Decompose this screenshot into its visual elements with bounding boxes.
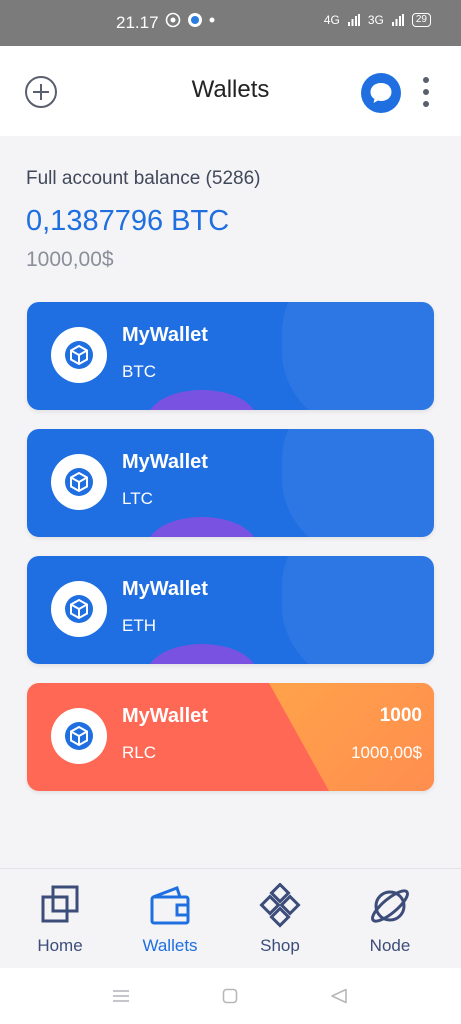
nav-label: Wallets xyxy=(142,936,198,955)
wallet-symbol: BTC xyxy=(122,362,156,381)
wallet-name: MyWallet xyxy=(122,578,208,600)
signal-3g-icon: 3G xyxy=(367,13,384,27)
wallet-symbol: LTC xyxy=(122,489,153,508)
chat-icon[interactable] xyxy=(361,73,401,113)
nav-shop[interactable]: Shop xyxy=(235,882,325,956)
whatsapp-icon xyxy=(165,12,181,28)
wallet-icon xyxy=(150,886,190,925)
status-bar: 21.17 4G 3G 29 xyxy=(0,0,461,46)
back-triangle-icon[interactable] xyxy=(330,988,348,1004)
nav-label: Shop xyxy=(260,936,300,955)
more-options-icon[interactable] xyxy=(416,74,436,110)
wallet-card-ltc[interactable]: MyWallet LTC xyxy=(27,429,434,537)
cube-icon xyxy=(65,595,93,623)
wallet-name: MyWallet xyxy=(122,451,208,473)
wallet-symbol: RLC xyxy=(122,743,157,762)
wallet-name: MyWallet xyxy=(122,705,208,727)
signal-4g-icon: 4G xyxy=(323,13,340,27)
wallet-avatar xyxy=(51,454,107,510)
wallet-name: MyWallet xyxy=(122,324,208,346)
nav-label: Node xyxy=(369,936,411,955)
balance-btc: 0,1387796 BTC xyxy=(26,205,230,237)
wallet-amount: 1000 xyxy=(379,705,422,726)
cube-icon xyxy=(65,341,93,369)
wallet-avatar xyxy=(51,327,107,383)
system-navigation-bar xyxy=(0,968,461,1024)
wallet-fiat: 1000,00$ xyxy=(351,743,422,762)
planet-icon xyxy=(371,889,409,923)
nav-wallets[interactable]: Wallets xyxy=(125,883,215,956)
menu-icon[interactable] xyxy=(112,988,130,1004)
bottom-nav: Home Wallets Shop Node xyxy=(0,868,461,968)
wallet-avatar xyxy=(51,708,107,764)
signal-bars-icon xyxy=(347,14,360,26)
shop-diamond-icon xyxy=(259,882,301,928)
status-right: 4G 3G 29 xyxy=(324,13,431,27)
wallet-avatar xyxy=(51,581,107,637)
home-squares-icon xyxy=(41,885,79,923)
dot-icon xyxy=(209,17,215,23)
nav-home[interactable]: Home xyxy=(15,883,105,956)
status-time: 21.17 xyxy=(116,13,159,32)
app-bar: Wallets xyxy=(0,46,461,136)
status-notification-icons xyxy=(165,12,215,28)
home-square-icon[interactable] xyxy=(222,988,238,1004)
signal-bars-icon xyxy=(391,14,404,26)
cube-icon xyxy=(65,468,93,496)
nav-node[interactable]: Node xyxy=(345,883,435,956)
wallet-symbol: ETH xyxy=(122,616,156,635)
nav-label: Home xyxy=(37,936,83,955)
balance-label: Full account balance (5286) xyxy=(26,168,261,189)
wallet-card-eth[interactable]: MyWallet ETH xyxy=(27,556,434,664)
wallet-card-rlc[interactable]: MyWallet RLC 1000 1000,00$ xyxy=(27,683,434,791)
cube-icon xyxy=(65,722,93,750)
battery-icon: 29 xyxy=(411,13,431,27)
wallet-card-btc[interactable]: MyWallet BTC xyxy=(27,302,434,410)
messenger-icon xyxy=(188,13,202,27)
balance-usd: 1000,00$ xyxy=(26,248,114,271)
